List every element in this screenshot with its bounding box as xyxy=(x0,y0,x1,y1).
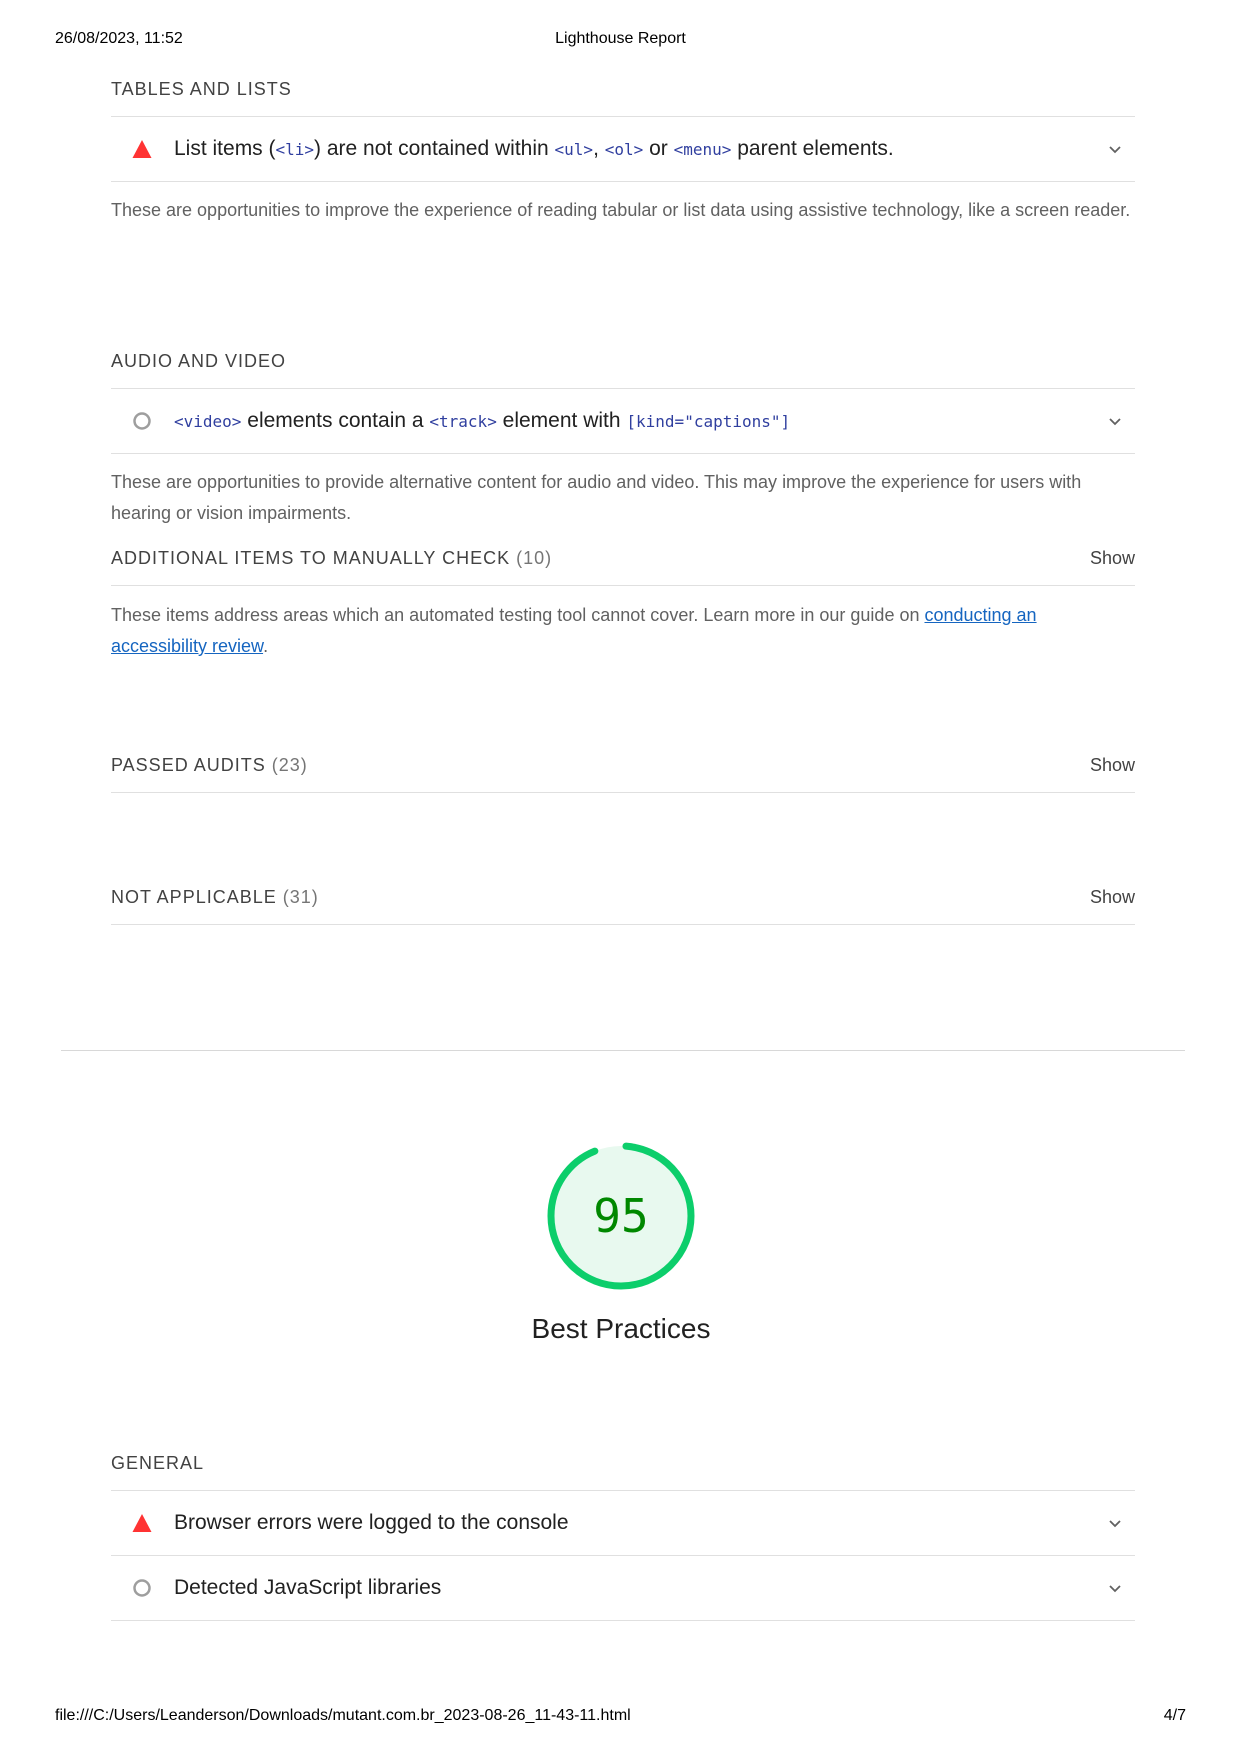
group-description: These are opportunities to improve the e… xyxy=(111,200,1131,220)
print-header: 26/08/2023, 11:52 Lighthouse Report xyxy=(55,30,1186,52)
group-count: (31) xyxy=(282,887,319,907)
code-video: <video> xyxy=(174,412,242,431)
group-title-manual-check: ADDITIONAL ITEMS TO MANUALLY CHECK (10) … xyxy=(111,547,1135,569)
code-track: <track> xyxy=(429,412,497,431)
print-title: Lighthouse Report xyxy=(555,30,686,47)
audit-title: List items (<li>) are not contained with… xyxy=(174,137,894,160)
print-page-number: 4/7 xyxy=(1163,1707,1186,1724)
chevron-down-icon[interactable] xyxy=(1107,1515,1123,1531)
audit-video-captions[interactable]: <video> elements contain a <track> eleme… xyxy=(111,389,1135,453)
group-title-audio-and-video: AUDIO AND VIDEO xyxy=(111,351,287,371)
divider xyxy=(111,1620,1135,1621)
group-title-passed-audits: PASSED AUDITS (23) Show xyxy=(111,754,1135,776)
fail-triangle-icon xyxy=(132,140,152,158)
divider xyxy=(111,181,1135,182)
print-footer: file:///C:/Users/Leanderson/Downloads/mu… xyxy=(55,1707,1186,1729)
chevron-down-icon[interactable] xyxy=(1107,413,1123,429)
group-count: (23) xyxy=(271,755,308,775)
audit-title: Browser errors were logged to the consol… xyxy=(174,1511,569,1534)
divider xyxy=(111,792,1135,793)
group-title-general: GENERAL xyxy=(111,1453,205,1473)
divider xyxy=(111,453,1135,454)
group-description: These are opportunities to provide alter… xyxy=(111,472,1082,523)
code-li: <li> xyxy=(275,140,315,159)
informative-circle-icon xyxy=(133,1579,151,1597)
informative-circle-icon xyxy=(133,412,151,430)
audit-js-libraries[interactable]: Detected JavaScript libraries xyxy=(111,1556,1135,1620)
chevron-down-icon[interactable] xyxy=(1107,1580,1123,1596)
code-ul: <ul> xyxy=(554,140,594,159)
audit-browser-errors[interactable]: Browser errors were logged to the consol… xyxy=(111,1491,1135,1555)
gauge-label: Best Practices xyxy=(531,1313,711,1344)
group-title-tables-and-lists: TABLES AND LISTS xyxy=(111,79,292,99)
audit-title: Detected JavaScript libraries xyxy=(174,1576,442,1599)
fail-triangle-icon xyxy=(132,1514,152,1532)
show-button[interactable]: Show xyxy=(1090,754,1135,776)
gauge-score: 95 xyxy=(593,1189,649,1243)
group-count: (10) xyxy=(516,548,553,568)
group-title-not-applicable: NOT APPLICABLE (31) Show xyxy=(111,886,1135,908)
divider xyxy=(111,924,1135,925)
group-description: These items address areas which an autom… xyxy=(111,605,1037,656)
code-menu: <menu> xyxy=(673,140,732,159)
audit-title: <video> elements contain a <track> eleme… xyxy=(174,409,791,432)
audit-list-items[interactable]: List items (<li>) are not contained with… xyxy=(111,117,1135,181)
divider xyxy=(111,585,1135,586)
chevron-down-icon[interactable] xyxy=(1107,141,1123,157)
print-file-path: file:///C:/Users/Leanderson/Downloads/mu… xyxy=(55,1707,631,1724)
show-button[interactable]: Show xyxy=(1090,886,1135,908)
show-button[interactable]: Show xyxy=(1090,547,1135,569)
category-divider xyxy=(61,1050,1185,1051)
code-kind-captions: [kind="captions"] xyxy=(626,412,791,431)
code-ol: <ol> xyxy=(604,140,644,159)
